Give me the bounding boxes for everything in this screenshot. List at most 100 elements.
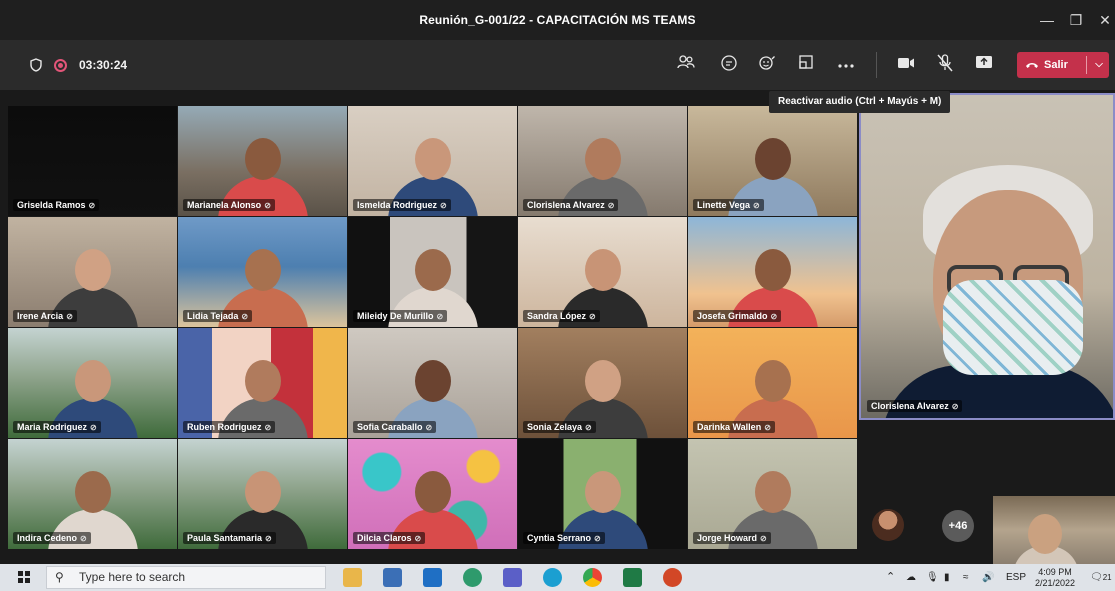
participant-name: Lidia Tejada bbox=[187, 311, 239, 321]
rooms-icon[interactable] bbox=[795, 54, 817, 76]
participant-name: Indira Cedeno bbox=[17, 533, 78, 543]
excel-icon[interactable] bbox=[623, 568, 642, 587]
volume-icon[interactable]: 🔊 bbox=[982, 564, 994, 591]
microphone-icon[interactable]: 🎙 bbox=[926, 564, 939, 591]
participant-name-tag: Josefa Grimaldo ⊘ bbox=[693, 310, 782, 322]
participant-tile[interactable]: Mileidy De Murillo ⊘ bbox=[348, 217, 517, 327]
participant-tile[interactable]: Jorge Howard ⊘ bbox=[688, 439, 857, 549]
close-button[interactable]: ✕ bbox=[1095, 10, 1115, 30]
participant-face bbox=[244, 471, 281, 513]
participant-tile[interactable]: Ismelda Rodriguez ⊘ bbox=[348, 106, 517, 216]
chevron-down-icon[interactable]: ⌵ bbox=[1089, 52, 1109, 78]
minimize-button[interactable]: — bbox=[1037, 10, 1057, 30]
taskbar-search-input[interactable]: ⚲ Type here to search bbox=[46, 566, 326, 589]
reactions-icon[interactable] bbox=[757, 54, 779, 76]
powerpoint-icon[interactable] bbox=[663, 568, 682, 587]
participant-tile[interactable]: Marianela Alonso ⊘ bbox=[178, 106, 347, 216]
participant-face bbox=[244, 138, 281, 180]
participant-tile[interactable]: Sandra López ⊘ bbox=[518, 217, 687, 327]
participant-tile[interactable]: Lidia Tejada ⊘ bbox=[178, 217, 347, 327]
participant-tile[interactable]: Dilcia Claros ⊘ bbox=[348, 439, 517, 549]
participant-name: Marianela Alonso bbox=[187, 200, 262, 210]
participant-name-tag: Jorge Howard ⊘ bbox=[693, 532, 771, 544]
self-view-video[interactable] bbox=[993, 496, 1115, 564]
store-icon[interactable] bbox=[383, 568, 402, 587]
participant-tile[interactable]: Paula Santamaria ⊘ bbox=[178, 439, 347, 549]
participant-tile[interactable]: Clorislena Alvarez ⊘ bbox=[518, 106, 687, 216]
participant-tile[interactable]: Griselda Ramos ⊘ bbox=[8, 106, 177, 216]
participant-face bbox=[754, 138, 791, 180]
mic-muted-icon: ⊘ bbox=[951, 401, 959, 411]
mic-muted-icon: ⊘ bbox=[80, 533, 87, 543]
browser-icon[interactable] bbox=[543, 568, 562, 587]
participant-face bbox=[74, 471, 111, 513]
battery-icon[interactable]: ▮ bbox=[944, 564, 950, 591]
share-icon[interactable] bbox=[973, 54, 995, 76]
participant-tile[interactable]: Sonia Zelaya ⊘ bbox=[518, 328, 687, 438]
participant-name-tag: Darinka Wallen ⊘ bbox=[693, 421, 775, 433]
participant-face bbox=[754, 360, 791, 402]
participant-name: Clorislena Alvarez bbox=[527, 200, 605, 210]
more-icon[interactable] bbox=[835, 54, 857, 76]
participant-face bbox=[414, 138, 451, 180]
participant-name: Josefa Grimaldo bbox=[697, 311, 768, 321]
people-icon[interactable] bbox=[675, 54, 697, 76]
participant-face bbox=[754, 471, 791, 513]
clock[interactable]: 4:09 PM 2/21/2022 bbox=[1030, 567, 1080, 589]
participant-name-tag: Indira Cedeno ⊘ bbox=[13, 532, 91, 544]
participant-name-tag: Linette Vega ⊘ bbox=[693, 199, 764, 211]
camera-icon[interactable] bbox=[895, 54, 917, 76]
recording-icon bbox=[54, 58, 67, 72]
participant-face bbox=[74, 360, 111, 402]
windows-start-icon[interactable] bbox=[18, 571, 30, 583]
avatar[interactable] bbox=[872, 509, 904, 541]
mic-muted-icon: ⊘ bbox=[753, 200, 760, 210]
wifi-icon[interactable]: ≈ bbox=[963, 564, 969, 591]
tray-chevron-up-icon[interactable]: ⌃ bbox=[886, 564, 895, 591]
participant-name: Darinka Wallen bbox=[697, 422, 762, 432]
meeting-toolbar: 03:30:24 Salir ⌵ bbox=[0, 40, 1115, 90]
participant-tile[interactable]: Darinka Wallen ⊘ bbox=[688, 328, 857, 438]
participant-face bbox=[584, 471, 621, 513]
mic-muted-icon: ⊘ bbox=[88, 200, 96, 210]
participant-tile[interactable]: Linette Vega ⊘ bbox=[688, 106, 857, 216]
participant-tile[interactable]: Indira Cedeno ⊘ bbox=[8, 439, 177, 549]
participant-tile[interactable]: Josefa Grimaldo ⊘ bbox=[688, 217, 857, 327]
maximize-button[interactable]: ❐ bbox=[1066, 10, 1086, 30]
cloud-icon[interactable]: ☁ bbox=[906, 564, 916, 591]
participant-tile[interactable]: Sofia Caraballo ⊘ bbox=[348, 328, 517, 438]
participant-tile[interactable]: Cyntia Serrano ⊘ bbox=[518, 439, 687, 549]
notification-center[interactable]: 🗨21 bbox=[1090, 564, 1112, 591]
participant-name-tag: Sandra López ⊘ bbox=[523, 310, 600, 322]
participant-tile[interactable]: Ruben Rodriguez ⊘ bbox=[178, 328, 347, 438]
participant-face bbox=[584, 249, 621, 291]
mail-icon[interactable] bbox=[423, 568, 442, 587]
file-explorer-icon[interactable] bbox=[343, 568, 362, 587]
more-participants-button[interactable]: +46 bbox=[942, 510, 974, 542]
mic-muted-icon: ⊘ bbox=[607, 200, 615, 210]
participant-name-tag: Irene Arcia ⊘ bbox=[13, 310, 77, 322]
mic-muted-icon: ⊘ bbox=[264, 200, 271, 210]
mic-muted-icon: ⊘ bbox=[66, 311, 73, 321]
edge-icon[interactable] bbox=[463, 568, 482, 587]
title-bar: Reunión_G-001/22 - CAPACITACIÓN MS TEAMS… bbox=[0, 0, 1115, 40]
participant-tile[interactable]: Maria Rodriguez ⊘ bbox=[8, 328, 177, 438]
chat-icon[interactable] bbox=[718, 54, 740, 76]
mic-muted-icon[interactable] bbox=[934, 54, 956, 76]
phone-hangup-icon bbox=[1026, 63, 1038, 68]
participant-name-tag: Ismelda Rodriguez ⊘ bbox=[353, 199, 451, 211]
chrome-icon[interactable] bbox=[583, 568, 602, 587]
participant-tile[interactable]: Irene Arcia ⊘ bbox=[8, 217, 177, 327]
participant-name: Linette Vega bbox=[697, 200, 751, 210]
mic-muted-icon: ⊘ bbox=[764, 422, 771, 432]
notification-count: 21 bbox=[1102, 573, 1112, 582]
unmute-tooltip: Reactivar audio (Ctrl + Mayús + M) bbox=[769, 91, 951, 113]
language-indicator[interactable]: ESP bbox=[1006, 564, 1026, 591]
teams-icon[interactable] bbox=[503, 568, 522, 587]
leave-button[interactable]: Salir ⌵ bbox=[1017, 52, 1109, 78]
participant-name: Ruben Rodriguez bbox=[187, 422, 262, 432]
shield-icon bbox=[30, 58, 42, 72]
leave-label: Salir bbox=[1025, 52, 1068, 78]
mic-muted-icon: ⊘ bbox=[425, 422, 433, 432]
featured-video[interactable]: Clorislena Alvarez ⊘ bbox=[859, 93, 1115, 420]
